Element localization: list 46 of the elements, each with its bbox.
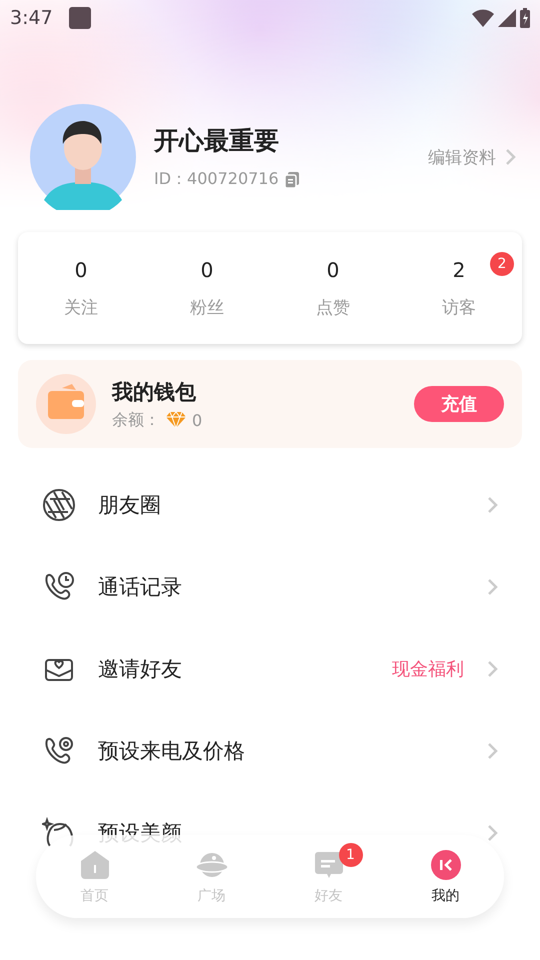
copy-icon[interactable] — [284, 172, 299, 188]
chevron-icon — [486, 660, 498, 678]
promo-label: 现金福利 — [392, 658, 464, 681]
chevron-icon — [486, 824, 498, 842]
count-badge: 1 — [338, 843, 362, 867]
wallet-card[interactable]: 我的钱包 余额： 0 充值 — [18, 360, 522, 448]
balance-value: 0 — [192, 410, 202, 430]
house-icon — [78, 848, 110, 880]
stat-count: 0 — [74, 258, 88, 282]
status-time: 3:47 — [10, 7, 53, 29]
stat-label[interactable]: 访客 — [442, 296, 476, 318]
chevron-icon — [486, 496, 498, 514]
nav-tab[interactable]: 好友 1 — [270, 835, 387, 918]
recharge-button[interactable]: 充值 — [414, 386, 504, 422]
menu-row[interactable]: 朋友圈 — [0, 464, 540, 546]
chevron-icon — [486, 578, 498, 596]
battery-icon — [520, 8, 530, 28]
balance-label: 余额： — [112, 410, 160, 430]
stat-label[interactable]: 粉丝 — [190, 296, 224, 318]
user-name: 开心最重要 — [154, 125, 280, 157]
wallet-icon — [36, 374, 96, 434]
count-badge: 2 — [490, 252, 514, 276]
stat-count: 0 — [200, 258, 214, 282]
signal-icon — [498, 9, 516, 27]
menu-row[interactable]: 通话记录 — [0, 546, 540, 628]
avatar[interactable] — [30, 104, 136, 210]
menu-row[interactable]: 邀请好友 现金福利 — [0, 628, 540, 710]
nav-tab[interactable]: 我的 — [387, 835, 504, 918]
notification-icon — [68, 7, 91, 29]
menu-label: 预设来电及价格 — [98, 738, 245, 765]
menu-label: 邀请好友 — [98, 656, 182, 683]
chevron-icon — [486, 742, 498, 760]
stat-label[interactable]: 点赞 — [316, 296, 350, 318]
user-id: ID：400720716 — [154, 169, 279, 190]
menu-label: 朋友圈 — [98, 492, 161, 519]
stat-count: 2 — [452, 258, 466, 282]
stat-count: 0 — [326, 258, 340, 282]
stat-label[interactable]: 关注 — [64, 296, 98, 318]
menu-row[interactable]: 预设来电及价格 — [0, 710, 540, 792]
diamond-icon — [166, 412, 186, 428]
chevron-icon — [504, 148, 516, 166]
wallet-title: 我的钱包 — [112, 378, 197, 406]
edit-profile-link[interactable]: 编辑资料 — [428, 146, 516, 168]
wifi-icon — [472, 9, 494, 27]
menu-label: 通话记录 — [98, 574, 182, 601]
logo-icon — [430, 848, 462, 880]
